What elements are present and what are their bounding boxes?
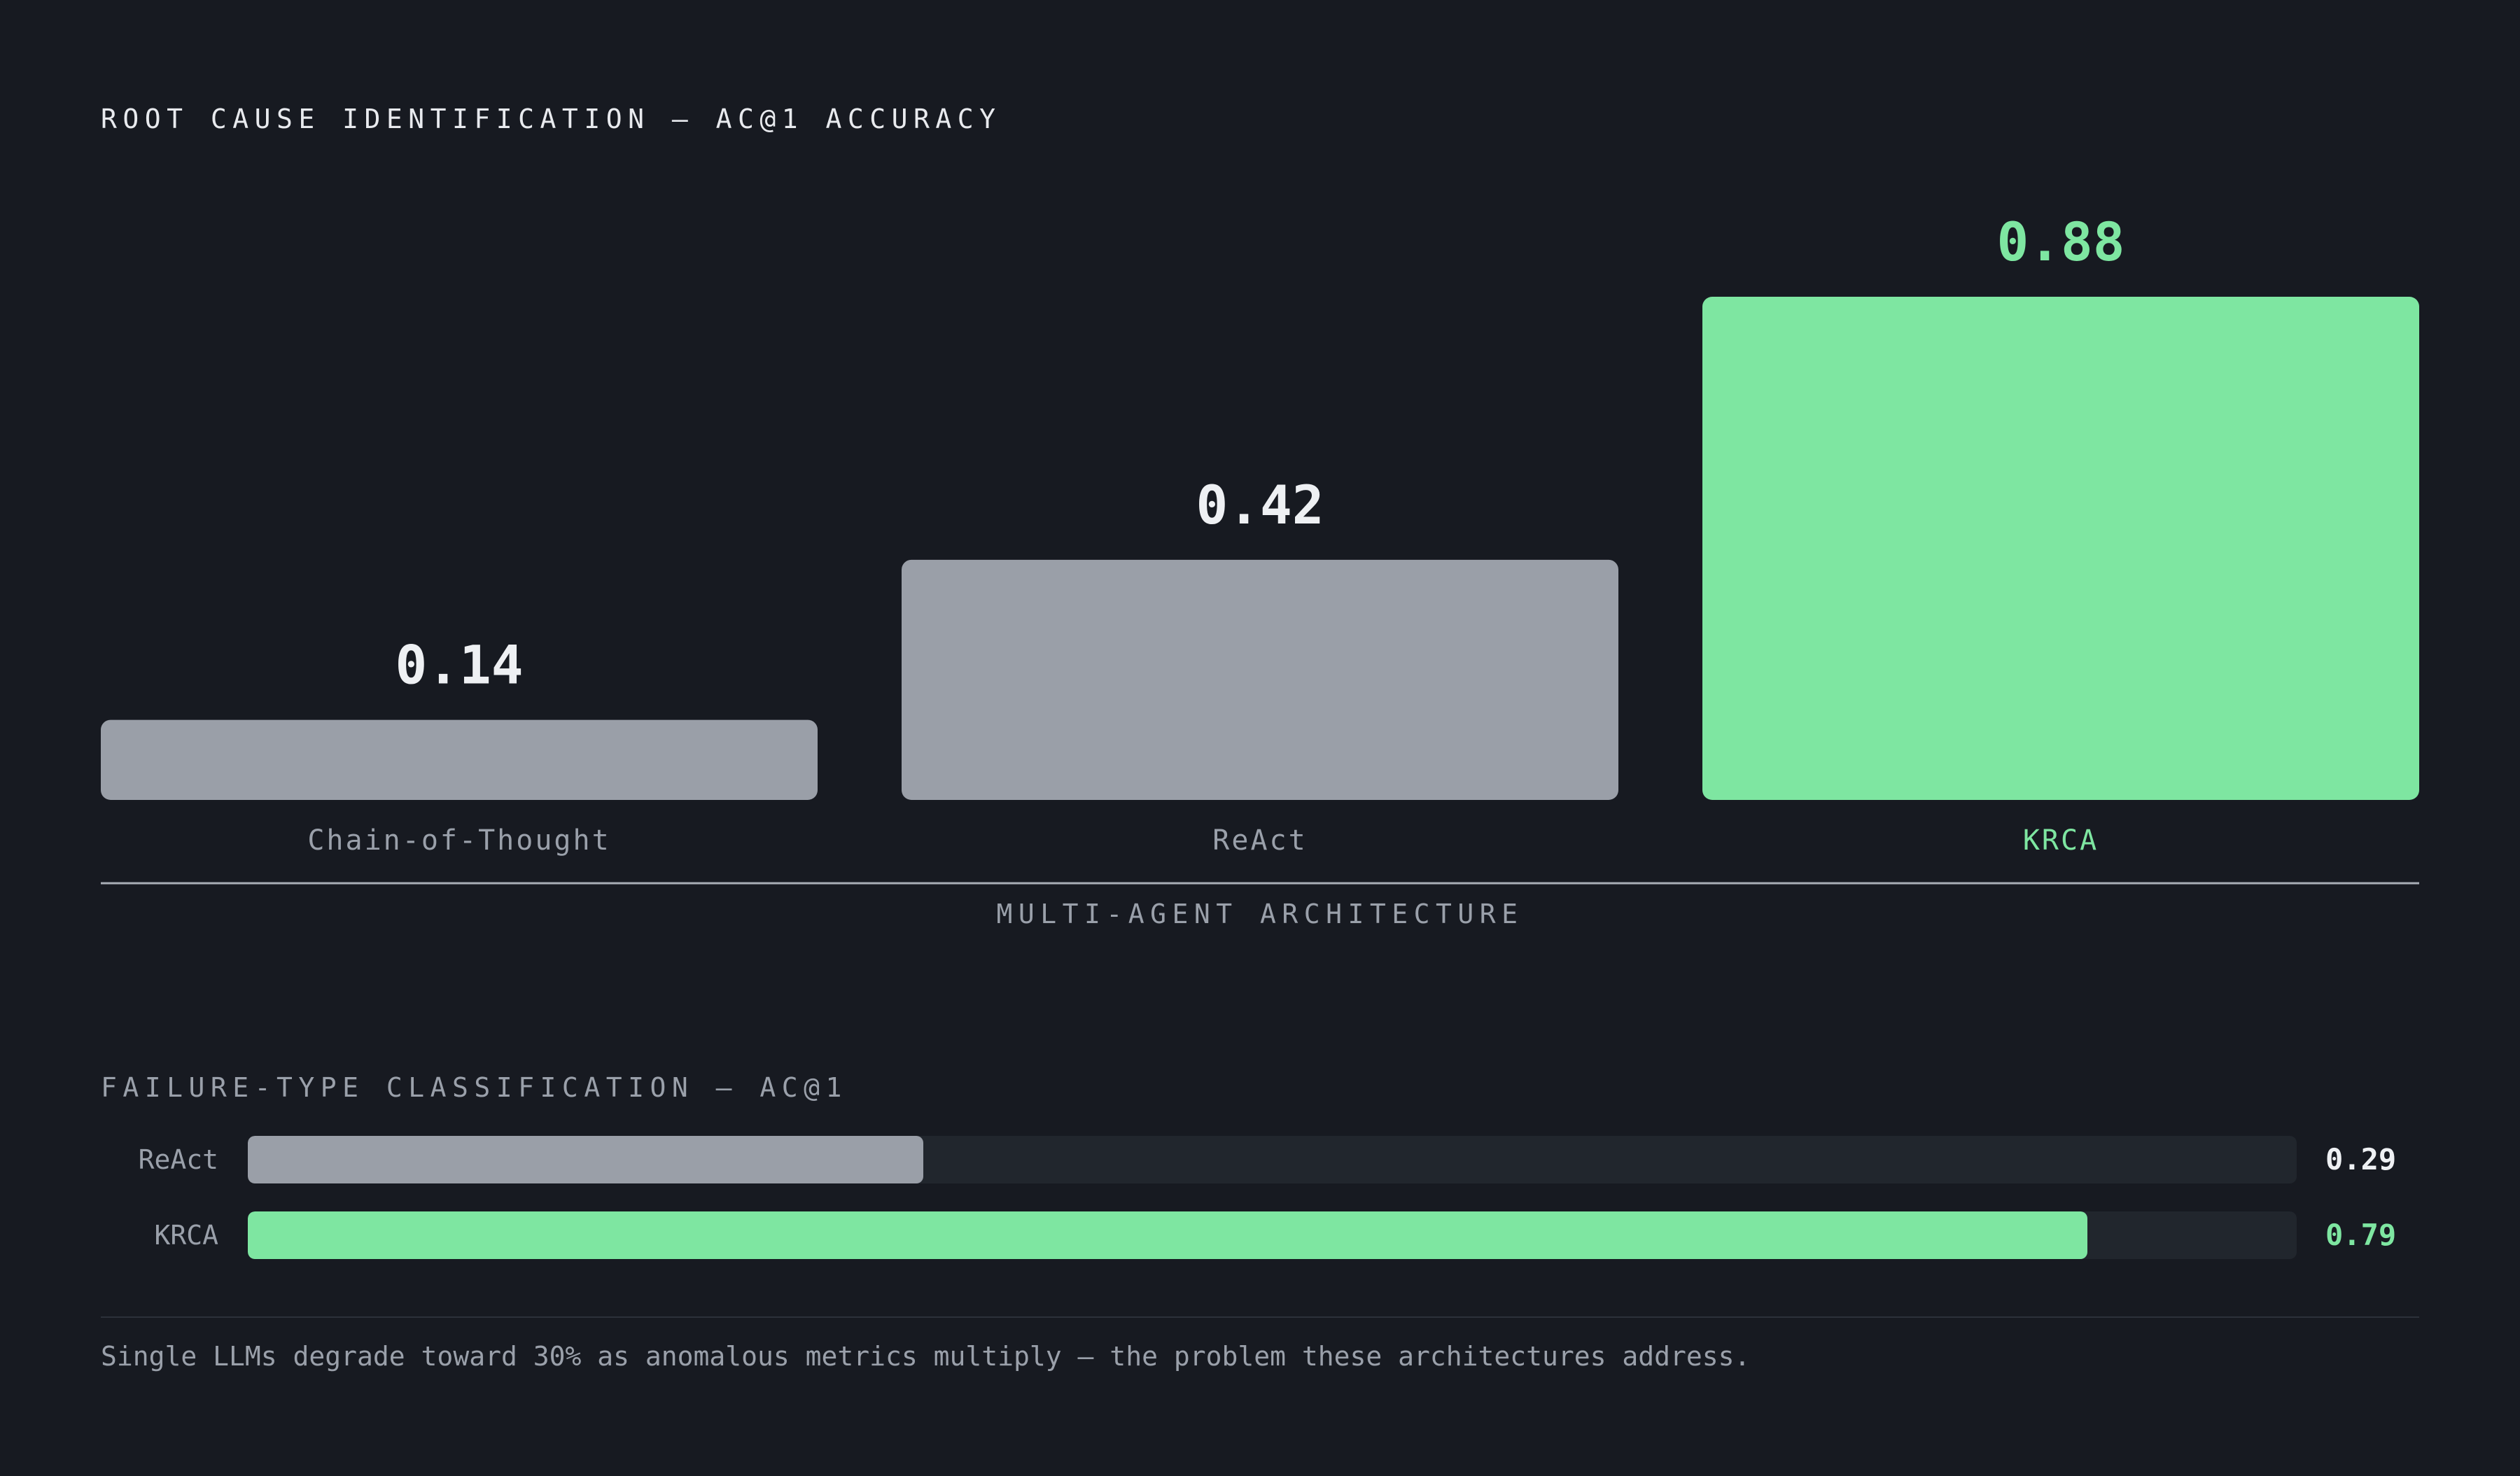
footnote-divider <box>101 1316 2419 1318</box>
category-label: ReAct <box>1212 824 1307 857</box>
bar-value-label: 0.42 <box>1196 474 1324 536</box>
hbar-value: 0.29 <box>2325 1142 2397 1176</box>
hbar-value: 0.79 <box>2325 1218 2397 1252</box>
category-label: KRCA <box>2023 824 2099 857</box>
category-label: Chain-of-Thought <box>307 824 610 857</box>
hbar-track <box>248 1211 2297 1259</box>
accuracy-bar-chart: 0.14 Chain-of-Thought 0.42 ReAct 0.88 KRCA MUL… <box>101 211 2419 929</box>
bar-value-label: 0.88 <box>1996 211 2124 273</box>
hbar-fill-krca <box>248 1211 2087 1259</box>
hbar-label: ReAct <box>138 1144 218 1175</box>
x-axis-title: MULTI-AGENT ARCHITECTURE <box>996 899 1523 929</box>
hbar-label: KRCA <box>154 1220 218 1251</box>
hbar-row-react: ReAct 0.29 <box>0 1136 2520 1183</box>
footnote: Single LLMs degrade toward 30% as anomal… <box>101 1341 1751 1372</box>
hbar-fill-react <box>248 1136 923 1183</box>
bar-chain-of-thought <box>101 719 818 800</box>
bar-react <box>902 559 1618 800</box>
bar-krca <box>1702 297 2419 800</box>
bar-value-label: 0.14 <box>395 634 523 696</box>
section-title-failure-classification: FAILURE-TYPE CLASSIFICATION — AC@1 <box>101 1072 848 1103</box>
hbar-row-krca: KRCA 0.79 <box>0 1211 2520 1259</box>
hbar-track <box>248 1136 2297 1183</box>
